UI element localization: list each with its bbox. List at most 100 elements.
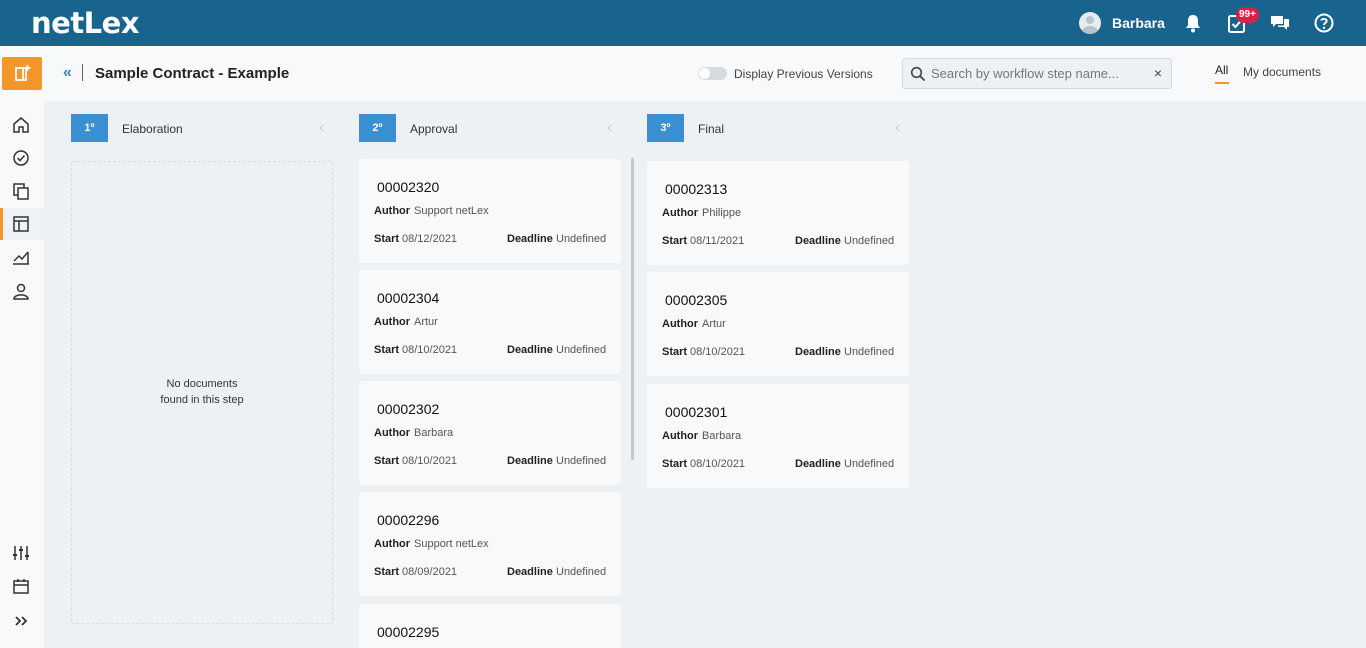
author-label: Author bbox=[374, 538, 411, 550]
new-document-button[interactable] bbox=[2, 57, 42, 90]
page-title: Sample Contract - Example bbox=[95, 65, 290, 82]
author-label: Author bbox=[374, 205, 411, 217]
document-id: 00002313 bbox=[665, 181, 728, 197]
author-label: Author bbox=[662, 430, 699, 442]
sidebar-active-indicator bbox=[0, 208, 3, 240]
author-value: Support netLex bbox=[414, 205, 489, 217]
deadline-label: Deadline bbox=[507, 233, 553, 245]
document-card[interactable]: 00002295 bbox=[359, 604, 621, 648]
empty-step-area: No documents found in this step bbox=[71, 161, 333, 624]
author-value: Barbara bbox=[414, 427, 454, 439]
start-date: 08/10/2021 bbox=[402, 455, 458, 467]
author-value: Philippe bbox=[702, 207, 742, 219]
chat-icon[interactable] bbox=[1269, 12, 1291, 34]
user-avatar[interactable] bbox=[1079, 12, 1101, 34]
document-card[interactable]: 00002301 Author Barbara Start 08/10/2021… bbox=[647, 384, 909, 488]
document-card[interactable]: 00002296 Author Support netLex Start 08/… bbox=[359, 492, 621, 596]
calendar-icon[interactable] bbox=[11, 576, 31, 596]
step-number-badge: 1º bbox=[71, 114, 108, 142]
user-name[interactable]: Barbara bbox=[1112, 15, 1165, 31]
start-date: 08/09/2021 bbox=[402, 566, 458, 578]
deadline-label: Deadline bbox=[795, 235, 841, 247]
document-card[interactable]: 00002305 Author Artur Start 08/10/2021 D… bbox=[647, 272, 909, 376]
step-name: Approval bbox=[410, 122, 458, 136]
dashboard-icon[interactable] bbox=[11, 148, 31, 168]
search-input[interactable] bbox=[931, 59, 1146, 88]
deadline-label: Deadline bbox=[795, 346, 841, 358]
back-chevron-icon[interactable]: « bbox=[63, 64, 72, 82]
bell-icon[interactable] bbox=[1182, 12, 1204, 34]
author-value: Support netLex bbox=[414, 538, 489, 550]
empty-step-message-line: No documents bbox=[166, 378, 238, 390]
document-id: 00002302 bbox=[377, 401, 440, 417]
document-id: 00002301 bbox=[665, 404, 728, 420]
empty-step-message: No documents found in this step bbox=[72, 376, 332, 408]
documents-icon[interactable] bbox=[11, 181, 31, 201]
notification-badge: 99+ bbox=[1236, 7, 1259, 23]
previous-versions-label[interactable]: Display Previous Versions bbox=[734, 67, 873, 81]
sidebar bbox=[0, 46, 44, 648]
clear-search-icon[interactable]: × bbox=[1154, 65, 1162, 81]
deadline-value: Undefined bbox=[556, 455, 607, 467]
deadline-value: Undefined bbox=[844, 346, 895, 358]
netlex-logo[interactable]: netLex bbox=[31, 6, 140, 40]
workflow-icon[interactable] bbox=[11, 214, 31, 234]
document-id: 00002320 bbox=[377, 179, 440, 195]
deadline-label: Deadline bbox=[507, 455, 553, 467]
document-id: 00002295 bbox=[377, 624, 440, 640]
deadline-label: Deadline bbox=[507, 344, 553, 356]
author-label: Author bbox=[662, 318, 699, 330]
search-box: × bbox=[902, 58, 1172, 89]
author-label: Author bbox=[374, 427, 411, 439]
start-label: Start bbox=[662, 235, 688, 247]
start-date: 08/10/2021 bbox=[402, 344, 458, 356]
previous-versions-toggle[interactable] bbox=[698, 67, 727, 80]
author-label: Author bbox=[662, 207, 699, 219]
deadline-value: Undefined bbox=[556, 233, 607, 245]
user-icon[interactable] bbox=[11, 281, 31, 301]
step-number-badge: 3º bbox=[647, 114, 684, 142]
analytics-icon[interactable] bbox=[11, 247, 31, 267]
document-card[interactable]: 00002304 Author Artur Start 08/10/2021 D… bbox=[359, 270, 621, 374]
author-label: Author bbox=[374, 316, 411, 328]
collapse-step-icon[interactable]: ‹ bbox=[319, 119, 324, 137]
settings-sliders-icon[interactable] bbox=[11, 543, 31, 563]
step-name: Elaboration bbox=[122, 122, 183, 136]
document-card[interactable]: 00002313 Author Philippe Start 08/11/202… bbox=[647, 161, 909, 265]
start-date: 08/10/2021 bbox=[690, 458, 746, 470]
start-date: 08/10/2021 bbox=[690, 346, 746, 358]
start-label: Start bbox=[374, 344, 400, 356]
column-scrollbar[interactable] bbox=[631, 158, 634, 460]
author-value: Barbara bbox=[702, 430, 742, 442]
help-icon[interactable] bbox=[1313, 12, 1335, 34]
deadline-label: Deadline bbox=[507, 566, 553, 578]
active-tab-indicator bbox=[1215, 82, 1229, 84]
document-id: 00002305 bbox=[665, 292, 728, 308]
step-name: Final bbox=[698, 122, 725, 136]
tab-all[interactable]: All bbox=[1215, 63, 1228, 77]
start-label: Start bbox=[662, 458, 688, 470]
document-card[interactable]: 00002320 Author Support netLex Start 08/… bbox=[359, 159, 621, 263]
deadline-value: Undefined bbox=[556, 566, 607, 578]
tab-my-documents[interactable]: My documents bbox=[1243, 65, 1321, 79]
document-id: 00002296 bbox=[377, 512, 440, 528]
document-id: 00002304 bbox=[377, 290, 440, 306]
deadline-value: Undefined bbox=[844, 458, 895, 470]
deadline-value: Undefined bbox=[556, 344, 607, 356]
top-bar: netLex Barbara 99+ bbox=[0, 0, 1366, 46]
author-value: Artur bbox=[414, 316, 438, 328]
collapse-step-icon[interactable]: ‹ bbox=[895, 119, 900, 137]
deadline-label: Deadline bbox=[795, 458, 841, 470]
header-divider bbox=[82, 64, 83, 81]
document-card[interactable]: 00002302 Author Barbara Start 08/10/2021… bbox=[359, 381, 621, 485]
start-label: Start bbox=[374, 233, 400, 245]
page-header: « Sample Contract - Example Display Prev… bbox=[44, 46, 1366, 101]
expand-sidebar-icon[interactable] bbox=[11, 611, 31, 631]
start-date: 08/11/2021 bbox=[690, 235, 745, 247]
collapse-step-icon[interactable]: ‹ bbox=[607, 119, 612, 137]
home-icon[interactable] bbox=[11, 115, 31, 135]
add-document-icon bbox=[15, 65, 31, 81]
start-date: 08/12/2021 bbox=[402, 233, 458, 245]
search-icon bbox=[910, 66, 926, 82]
author-value: Artur bbox=[702, 318, 726, 330]
